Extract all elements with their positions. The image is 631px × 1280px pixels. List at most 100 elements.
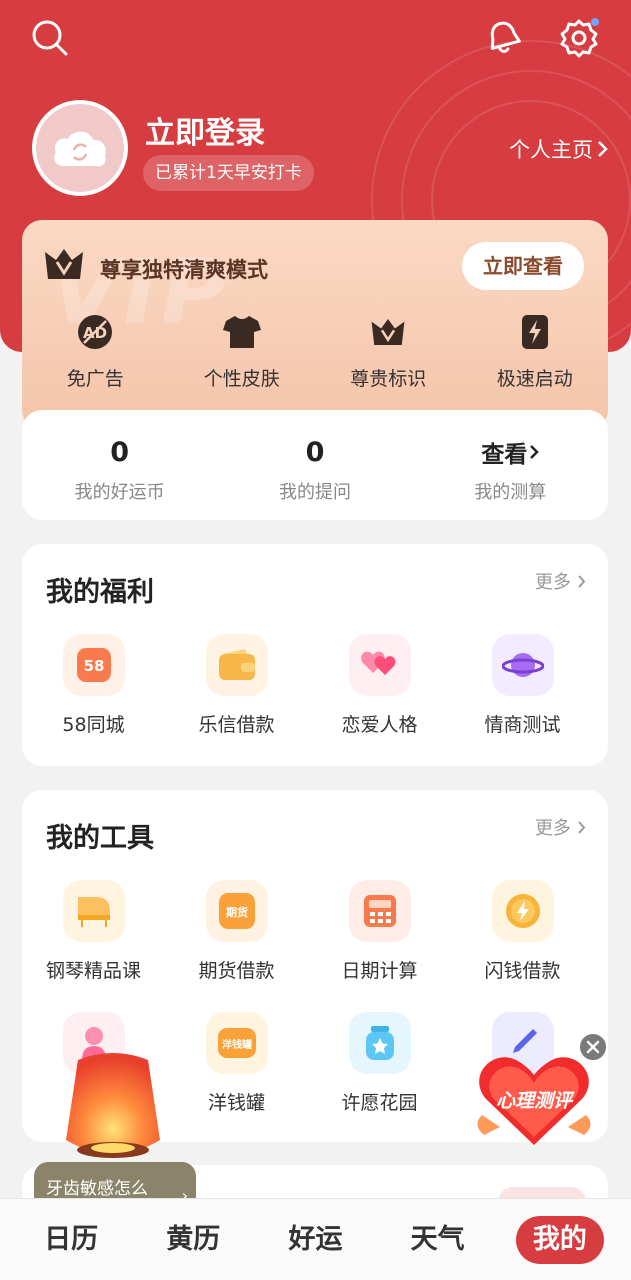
- ad-text: 牙齿敏感怎么: [46, 1179, 148, 1199]
- hearts-icon: [360, 651, 395, 675]
- welfare-section: 我的福利 更多 58 58同城 乐信借款 恋爱人格 情商测试: [22, 544, 608, 766]
- nav-calendar[interactable]: 日历: [27, 1216, 115, 1264]
- notification-button[interactable]: [482, 16, 526, 60]
- tile: [348, 1012, 411, 1074]
- tool-item-flash-loan[interactable]: 闪钱借款: [451, 880, 594, 983]
- tile: [491, 880, 554, 942]
- tile: [62, 880, 125, 942]
- tshirt-icon: [222, 316, 261, 348]
- tool-item-money-jar[interactable]: 洋钱罐 洋钱罐: [165, 1012, 308, 1115]
- vip-feature-no-ads[interactable]: AD 免广告: [22, 312, 169, 391]
- vip-feature-label: 尊贵标识: [350, 368, 427, 390]
- stat-label: 我的提问: [278, 482, 351, 503]
- welfare-item-eq[interactable]: 情商测试: [451, 634, 594, 737]
- tool-item-futures[interactable]: 期货 期货借款: [165, 880, 308, 983]
- notification-dot: [591, 18, 599, 26]
- grid-label: 钢琴精品课: [45, 960, 141, 982]
- svg-text:58: 58: [83, 657, 104, 675]
- vip-feature-label: 极速启动: [496, 368, 573, 390]
- tool-item-piano[interactable]: 钢琴精品课: [22, 880, 165, 983]
- futures-icon: 期货: [218, 893, 255, 929]
- welfare-item-58[interactable]: 58 58同城: [22, 634, 165, 737]
- grid-label: 日期计算: [341, 960, 418, 982]
- 58-icon: 58: [76, 648, 111, 682]
- wallet-icon: [218, 649, 255, 680]
- stats-card: 0 我的好运币 0 我的提问 查看 我的测算: [22, 410, 608, 520]
- svg-text:期货: 期货: [226, 905, 248, 919]
- tool-item-date-calc[interactable]: 日期计算: [308, 880, 451, 983]
- stat-value: 查看: [481, 442, 528, 468]
- tile: [491, 634, 554, 696]
- vip-feature-badge[interactable]: 尊贵标识: [315, 312, 462, 391]
- section-title: 我的工具: [46, 823, 154, 854]
- no-ads-icon: AD: [78, 315, 113, 349]
- vip-feature-skin[interactable]: 个性皮肤: [169, 312, 316, 391]
- fast-start-icon: [521, 315, 548, 349]
- stat-label: 我的测算: [474, 482, 547, 503]
- welfare-grid: 58 58同城 乐信借款 恋爱人格 情商测试: [22, 634, 608, 737]
- settings-button[interactable]: [557, 16, 601, 60]
- vip-feature-label: 免广告: [66, 368, 124, 390]
- homepage-label: 个人主页: [509, 138, 593, 162]
- close-badge-button[interactable]: [578, 1032, 608, 1062]
- section-title: 我的福利: [46, 577, 154, 608]
- money-jar-icon: 洋钱罐: [217, 1028, 256, 1058]
- tile: 58: [62, 634, 125, 696]
- vip-feature-label: 个性皮肤: [203, 368, 280, 390]
- calculator-icon: [363, 895, 396, 927]
- bell-icon: [490, 21, 521, 53]
- tool-item-wish-garden[interactable]: 许愿花园: [308, 1012, 451, 1115]
- more-label: 更多: [535, 572, 571, 593]
- cloud-avatar-icon: [54, 131, 106, 167]
- more-label: 更多: [535, 818, 571, 839]
- tile: [348, 634, 411, 696]
- svg-text:洋钱罐: 洋钱罐: [222, 1038, 252, 1051]
- avatar[interactable]: [32, 100, 128, 196]
- chevron-right-icon: [578, 574, 586, 588]
- nav-weather[interactable]: 天气: [394, 1216, 482, 1264]
- vip-card[interactable]: VIP 尊享独特清爽模式 立即查看 AD 免广告 个性皮肤 尊贵标识 极速启动: [22, 220, 608, 430]
- psych-test-badge[interactable]: 心理测评: [472, 1045, 596, 1149]
- welfare-item-love[interactable]: 恋爱人格: [308, 634, 451, 737]
- stat-value-link: 查看: [481, 434, 540, 470]
- vip-title: 尊享独特清爽模式: [100, 258, 268, 282]
- nav-almanac[interactable]: 黄历: [149, 1216, 237, 1264]
- login-title[interactable]: 立即登录: [145, 108, 265, 152]
- stat-questions[interactable]: 0 我的提问: [217, 410, 412, 520]
- stat-lucky-coins[interactable]: 0 我的好运币: [22, 410, 217, 520]
- grid-label: 58同城: [62, 714, 125, 736]
- stat-calculations[interactable]: 查看 我的测算: [413, 410, 608, 520]
- grid-label: 情商测试: [484, 714, 561, 736]
- vip-crown-icon: [45, 249, 83, 279]
- stat-value: 0: [305, 436, 325, 468]
- planet-icon: [501, 653, 544, 677]
- bottom-nav: 日历 黄历 好运 天气 我的: [0, 1198, 631, 1280]
- psych-badge-text: 心理测评: [496, 1090, 575, 1112]
- chevron-right-icon: [530, 445, 540, 459]
- vip-crown-icon: [371, 319, 405, 345]
- grid-label: 闪钱借款: [484, 960, 561, 982]
- tools-grid-row-1: 钢琴精品课 期货 期货借款 日期计算 闪钱借款: [22, 880, 608, 983]
- tools-more-link[interactable]: 更多: [535, 814, 586, 840]
- vip-features: AD 免广告 个性皮肤 尊贵标识 极速启动: [22, 312, 608, 391]
- grid-label: 期货借款: [198, 960, 275, 982]
- tile: [205, 634, 268, 696]
- welfare-more-link[interactable]: 更多: [535, 568, 586, 594]
- nav-luck[interactable]: 好运: [271, 1216, 359, 1264]
- grid-label: 许愿花园: [341, 1092, 418, 1114]
- homepage-link[interactable]: 个人主页: [509, 134, 609, 164]
- search-icon: [32, 20, 68, 56]
- vip-view-button[interactable]: 立即查看: [462, 242, 584, 290]
- nav-mine[interactable]: 我的: [515, 1215, 604, 1264]
- vip-feature-fast-start[interactable]: 极速启动: [462, 312, 609, 391]
- close-icon: [586, 1040, 600, 1054]
- grid-label: 恋爱人格: [341, 714, 418, 736]
- sky-lantern-icon[interactable]: [60, 1050, 166, 1172]
- piano-icon: [77, 897, 110, 927]
- tile: 期货: [205, 880, 268, 942]
- welfare-item-lexin[interactable]: 乐信借款: [165, 634, 308, 737]
- lightning-coin-icon: [505, 894, 540, 928]
- stat-value: 0: [110, 436, 130, 468]
- grid-label: 洋钱罐: [207, 1092, 265, 1114]
- search-button[interactable]: [28, 16, 72, 60]
